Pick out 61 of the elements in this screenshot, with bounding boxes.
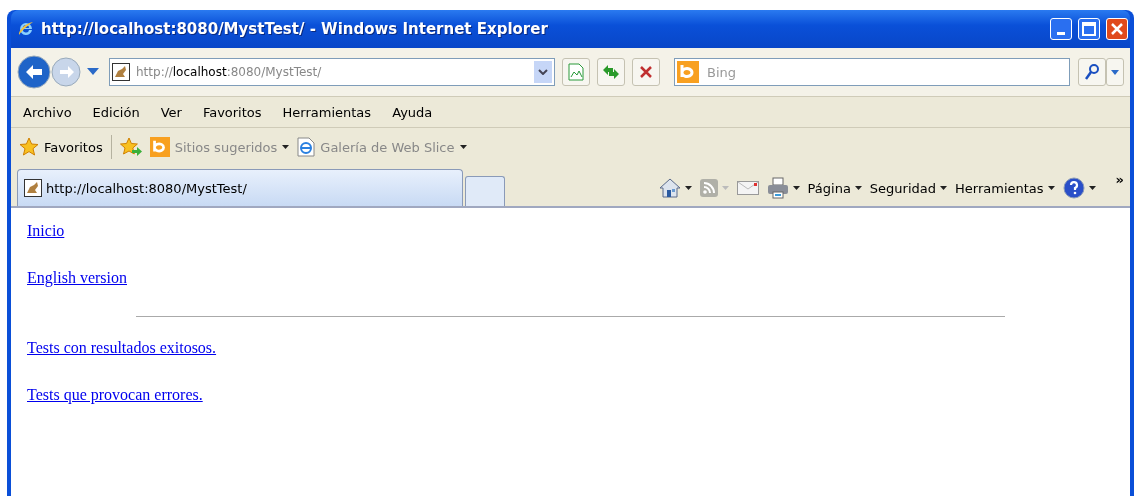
page-link[interactable]: Inicio [27, 222, 65, 240]
command-menu[interactable]: Herramientas [955, 180, 1055, 196]
dropdown-caret-icon[interactable] [1047, 186, 1055, 190]
dropdown-caret-icon[interactable] [684, 186, 692, 190]
browser-logo-icon [17, 20, 35, 38]
star-icon [19, 137, 39, 157]
back-button[interactable] [17, 55, 51, 89]
home-icon[interactable] [658, 178, 681, 198]
page-link[interactable]: Tests con resultados exitosos. [27, 339, 217, 357]
address-field[interactable]: http://localhost:8080/MystTest/ [109, 58, 555, 86]
favorites-button[interactable]: Favoritos [19, 137, 103, 157]
stop-button[interactable] [632, 58, 660, 86]
command-menu[interactable]: Seguridad [869, 180, 948, 196]
bing-icon [149, 137, 170, 157]
minimize-button[interactable] [1050, 18, 1072, 40]
dropdown-caret-icon[interactable] [1088, 186, 1096, 190]
window-title: http://localhost:8080/MystTest/ - Windows Internet Explorer [41, 20, 549, 38]
caret-icon [1111, 69, 1119, 75]
dropdown-caret-icon[interactable] [854, 186, 862, 190]
search-field[interactable]: Bing [674, 58, 1070, 86]
url-text: :8080/MystTest/ [226, 65, 322, 79]
menu-item[interactable]: Edición [92, 104, 140, 120]
overflow-chevron[interactable]: » [1115, 172, 1124, 187]
menu-item[interactable]: Ver [160, 104, 182, 120]
dropdown-caret-icon[interactable] [459, 145, 467, 149]
stop-icon [639, 65, 653, 79]
url-text: http:// [136, 65, 173, 79]
maximize-button[interactable] [1078, 18, 1100, 40]
site-icon [24, 179, 42, 197]
chevron-down-icon [538, 69, 548, 75]
refresh-button[interactable] [597, 58, 625, 86]
url-text: localhost [172, 65, 227, 79]
dropdown-caret-icon[interactable] [940, 186, 948, 190]
dropdown-caret-icon[interactable] [792, 186, 800, 190]
command-menu[interactable]: Página [807, 180, 862, 196]
print-icon[interactable] [766, 177, 789, 199]
menu-item[interactable]: Ayuda [392, 104, 433, 120]
address-dropdown-button[interactable] [534, 61, 552, 83]
page-icon [568, 63, 584, 81]
web-slice-icon [297, 137, 316, 157]
compatibility-view-button[interactable] [562, 58, 590, 86]
close-icon [1110, 22, 1124, 36]
search-icon [1085, 64, 1099, 80]
history-dropdown-icon[interactable] [87, 68, 99, 76]
maximize-icon [1082, 22, 1096, 36]
mail-icon[interactable] [736, 181, 759, 195]
dropdown-caret-icon[interactable] [282, 145, 290, 149]
refresh-icon [602, 64, 620, 80]
help-icon[interactable] [1062, 177, 1085, 199]
page-link[interactable]: English version [27, 269, 127, 287]
minimize-icon [1057, 31, 1065, 35]
page-link[interactable]: Tests que provocan errores. [27, 386, 203, 404]
close-button[interactable] [1106, 18, 1128, 40]
menu-item[interactable]: Archivo [23, 104, 72, 120]
search-options-button[interactable] [1106, 58, 1124, 86]
search-button[interactable] [1078, 58, 1106, 86]
menu-item[interactable]: Herramientas [282, 104, 372, 120]
menu-item[interactable]: Favoritos [202, 104, 262, 120]
site-icon [112, 63, 130, 81]
browser-tab[interactable]: http://localhost:8080/MystTest/ [17, 169, 463, 206]
bing-icon [677, 61, 699, 83]
